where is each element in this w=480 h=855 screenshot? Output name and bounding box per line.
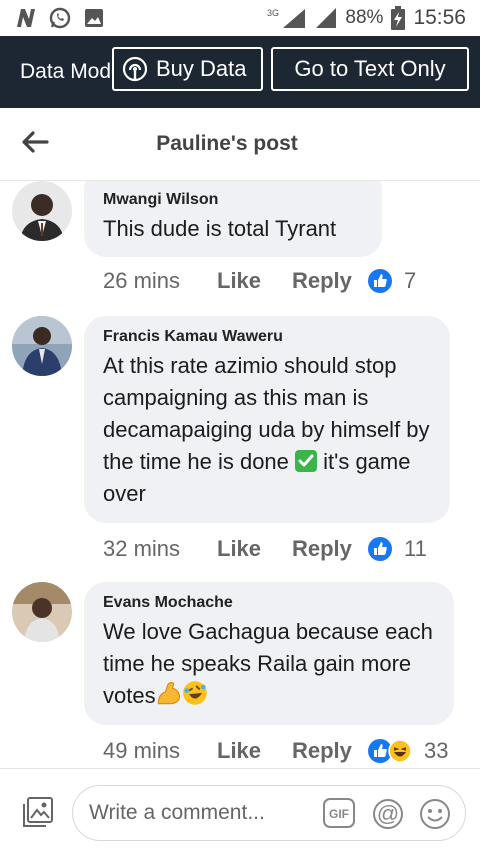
comment-list[interactable]: Mwangi Wilson This dude is total Tyrant … [0,181,480,768]
comment-input[interactable]: Write a comment... GIF @ [72,785,466,841]
avatar[interactable] [12,582,72,642]
comment-text: This dude is total Tyrant [103,216,337,241]
comment-author[interactable]: Francis Kamau Waweru [103,328,430,346]
status-bar: 3G 88% 15:56 [0,0,480,36]
battery-charging-icon [391,6,406,30]
flexed-biceps-emoji-icon [157,682,180,705]
comment-composer: Write a comment... GIF @ [0,768,480,855]
reaction-count: 11 [404,536,427,561]
comment-bubble[interactable]: Francis Kamau Waweru At this rate azimio… [84,316,450,523]
clock: 15:56 [413,6,466,29]
buy-data-button[interactable]: Buy Data [112,47,263,91]
svg-text:3G: 3G [267,8,279,18]
comment-time[interactable]: 32 mins [103,536,217,562]
gif-icon[interactable]: GIF [323,798,355,828]
netflix-n-icon [17,9,35,27]
like-reaction-icon [368,537,392,561]
haha-reaction-icon [388,739,412,763]
signal-icon [316,8,337,28]
battery-percent: 88% [345,7,384,28]
comment-bubble[interactable]: Evans Mochache We love Gachagua because … [84,582,454,725]
rolling-laughing-emoji-icon [182,681,207,705]
reaction-count: 33 [424,738,449,763]
person-avatar-image [12,316,72,376]
check-mark-emoji-icon [295,450,318,472]
data-mode-label: Data Mode [20,60,123,83]
like-reaction-icon [368,269,392,293]
reply-button[interactable]: Reply [292,268,368,294]
go-to-text-only-button[interactable]: Go to Text Only [271,47,469,91]
text-only-label: Go to Text Only [294,56,446,81]
buy-data-label: Buy Data [156,56,247,81]
svg-text:GIF: GIF [329,807,349,821]
gallery-icon [85,9,103,27]
post-header: Pauline's post [0,108,480,181]
comment-input-placeholder: Write a comment... [89,801,265,824]
comment-bubble[interactable]: Mwangi Wilson This dude is total Tyrant [84,181,382,257]
like-button[interactable]: Like [217,738,292,764]
comment-actions: 49 mins Like Reply 33 [103,736,448,766]
comment-author[interactable]: Evans Mochache [103,594,434,612]
reactions-summary[interactable]: 33 [368,738,448,764]
avatar[interactable] [12,316,72,376]
emoji-picker-icon[interactable] [419,798,451,830]
person-avatar-image [12,181,72,241]
comment-text: We love Gachagua because each time he sp… [103,619,433,708]
comment-time[interactable]: 26 mins [103,268,217,294]
like-button[interactable]: Like [217,268,292,294]
page-title: Pauline's post [156,132,298,155]
comment-text: At this rate azimio should stop campaign… [103,353,430,506]
broadcast-icon [122,56,148,82]
avatar[interactable] [12,181,72,241]
svg-text:@: @ [377,801,399,826]
person-avatar-image [12,582,72,642]
reactions-summary[interactable]: 7 [368,268,416,294]
reactions-summary[interactable]: 11 [368,536,427,562]
signal-3g-icon: 3G [267,8,306,28]
reply-button[interactable]: Reply [292,536,368,562]
whatsapp-icon [49,7,71,29]
photo-attach-icon[interactable] [20,796,54,830]
reaction-count: 7 [404,268,417,293]
comment-time[interactable]: 49 mins [103,738,217,764]
comment-author[interactable]: Mwangi Wilson [103,191,362,209]
mention-icon[interactable]: @ [372,798,404,830]
comment-actions: 26 mins Like Reply 7 [103,266,416,296]
reply-button[interactable]: Reply [292,738,368,764]
comment-actions: 32 mins Like Reply 11 [103,534,427,564]
data-mode-banner: Data Mode Buy Data Go to Text Only [0,36,480,108]
like-button[interactable]: Like [217,536,292,562]
